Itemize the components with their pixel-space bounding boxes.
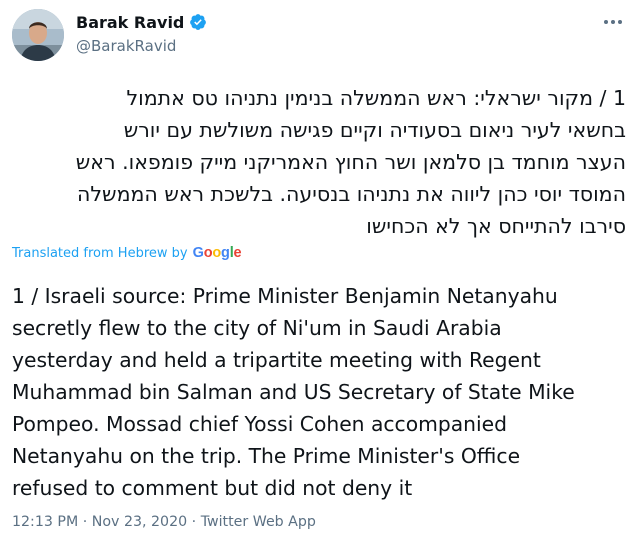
english-line: secretly flew to the city of Ni'um in Sa… — [12, 316, 502, 340]
english-line: Muhammad bin Salman and US Secretary of … — [12, 380, 575, 404]
meta-separator: · — [82, 514, 88, 530]
meta-separator: · — [191, 514, 197, 530]
hebrew-line: המוסד יוסי כהן ליווה את נתניהו בנסיעה. ב… — [77, 182, 626, 206]
translation-attribution[interactable]: Translated from Hebrew by Google — [12, 245, 242, 261]
english-line: Netanyahu on the trip. The Prime Ministe… — [12, 444, 521, 468]
verified-badge-icon — [190, 14, 207, 30]
author-info: Barak Ravid @BarakRavid — [76, 11, 207, 55]
author-handle[interactable]: @BarakRavid — [76, 37, 207, 55]
more-options-icon[interactable] — [600, 12, 626, 32]
english-line: yesterday and held a tripartite meeting … — [12, 348, 541, 372]
hebrew-line: 1 / מקור ישראלי: ראש הממשלה בנימין נתניה… — [126, 86, 626, 110]
translated-label: Translated from Hebrew by — [12, 245, 188, 261]
author-name[interactable]: Barak Ravid — [76, 13, 184, 32]
tweet-date[interactable]: Nov 23, 2020 — [92, 514, 187, 530]
tweet-time[interactable]: 12:13 PM — [12, 514, 78, 530]
hebrew-line: העצר מוחמד בן סלמאן ושר החוץ האמריקני מי… — [75, 150, 626, 174]
google-logo: Google — [192, 245, 242, 261]
profile-photo — [12, 9, 64, 61]
tweet-metadata: 12:13 PM · Nov 23, 2020 · Twitter Web Ap… — [12, 514, 316, 530]
hebrew-line: סירבו להתייחס אך לא הכחישו — [366, 214, 626, 238]
tweet-original-text: 1 / מקור ישראלי: ראש הממשלה בנימין נתניה… — [12, 82, 626, 242]
english-line: refused to comment but did not deny it — [12, 476, 413, 500]
english-line: 1 / Israeli source: Prime Minister Benja… — [12, 284, 558, 308]
english-line: Pompeo. Mossad chief Yossi Cohen accompa… — [12, 412, 508, 436]
hebrew-line: בחשאי לעיר ניאום בסעודיה וקיים פגישה משו… — [123, 118, 626, 142]
tweet-source[interactable]: Twitter Web App — [201, 514, 316, 530]
tweet-translated-text: 1 / Israeli source: Prime Minister Benja… — [12, 280, 632, 504]
avatar[interactable] — [12, 9, 64, 61]
